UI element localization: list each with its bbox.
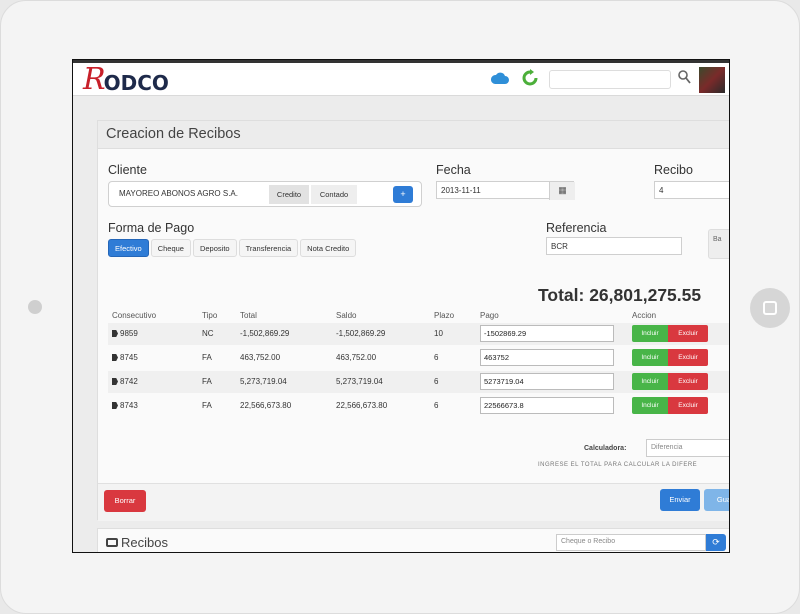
- avatar[interactable]: [699, 67, 725, 93]
- excluir-button[interactable]: Excluir: [668, 325, 708, 342]
- tab-deposito[interactable]: Deposito: [192, 239, 237, 257]
- banco-field-stub[interactable]: Ba: [708, 229, 729, 259]
- recibos-title-text: Recibos: [121, 535, 168, 550]
- referencia-input[interactable]: BCR: [546, 237, 682, 255]
- cliente-label: Cliente: [108, 163, 147, 177]
- contado-toggle[interactable]: Contado: [311, 185, 357, 204]
- enviar-button[interactable]: Enviar: [660, 489, 700, 511]
- app-screen: R ODCO Creacion de Recibos Cliente MAYORE…: [72, 59, 730, 553]
- table-row: 8742 FA 5,273,719.04 5,273,719.04 6 5273…: [108, 371, 729, 393]
- recibos-search-input[interactable]: Cheque o Recibo: [556, 534, 706, 551]
- fecha-label: Fecha: [436, 163, 471, 177]
- top-search-input[interactable]: [549, 70, 671, 89]
- inbox-icon: [106, 538, 118, 547]
- cliente-value: MAYOREO ABONOS AGRO S.A.: [119, 189, 238, 198]
- incluir-button[interactable]: Incluir: [632, 325, 668, 342]
- cell-tipo: NC: [202, 329, 214, 338]
- tag-icon: [112, 354, 118, 361]
- recibos-panel: Recibos Cheque o Recibo ⟳: [97, 528, 729, 552]
- excluir-button[interactable]: Excluir: [668, 397, 708, 414]
- cell-consecutivo: 8742: [120, 377, 138, 386]
- cell-saldo: 22,566,673.80: [336, 401, 388, 410]
- fecha-value: 2013-11-11: [441, 186, 481, 195]
- cell-total: -1,502,869.29: [240, 329, 290, 338]
- form-footer: Borrar Enviar Gua: [98, 483, 729, 521]
- total-amount: Total: 26,801,275.55: [538, 285, 702, 305]
- table-row: 8745 FA 463,752.00 463,752.00 6 463752 I…: [108, 347, 729, 369]
- table-row: 9859 NC -1,502,869.29 -1,502,869.29 10 -…: [108, 323, 729, 345]
- excluir-button[interactable]: Excluir: [668, 373, 708, 390]
- col-tipo: Tipo: [202, 311, 218, 320]
- cell-consecutivo: 8743: [120, 401, 138, 410]
- tab-transferencia[interactable]: Transferencia: [238, 239, 299, 257]
- cell-consecutivo: 9859: [120, 329, 138, 338]
- cell-total: 463,752.00: [240, 353, 281, 362]
- cell-tipo: FA: [202, 353, 212, 362]
- guardar-button[interactable]: Gua: [704, 489, 729, 511]
- recibos-title: Recibos: [106, 535, 168, 550]
- cell-consecutivo: 8745: [120, 353, 138, 362]
- cell-plazo: 10: [434, 329, 443, 338]
- incluir-button[interactable]: Incluir: [632, 397, 668, 414]
- calculadora-hint: INGRESE EL TOTAL PARA CALCULAR LA DIFERE: [538, 462, 698, 468]
- home-square-icon: [763, 301, 777, 315]
- cell-tipo: FA: [202, 377, 212, 386]
- search-icon[interactable]: [677, 69, 691, 85]
- tablet-frame: R ODCO Creacion de Recibos Cliente MAYORE…: [0, 0, 800, 614]
- referencia-label: Referencia: [546, 221, 607, 235]
- brand-logo[interactable]: R ODCO: [83, 62, 169, 97]
- logo-mark: R: [83, 62, 106, 97]
- col-consecutivo: Consecutivo: [112, 311, 157, 320]
- fecha-input[interactable]: 2013-11-11 ▦: [436, 181, 575, 200]
- refresh-button[interactable]: ⟳: [706, 534, 726, 551]
- cloud-icon[interactable]: [491, 71, 509, 85]
- cell-plazo: 6: [434, 377, 439, 386]
- cell-total: 5,273,719.04: [240, 377, 287, 386]
- col-accion: Accion: [632, 311, 657, 320]
- col-pago: Pago: [480, 311, 499, 320]
- top-navbar: R ODCO: [73, 60, 729, 97]
- calendar-icon[interactable]: ▦: [549, 182, 575, 200]
- tab-cheque[interactable]: Cheque: [150, 239, 191, 257]
- forma-pago-label: Forma de Pago: [108, 221, 195, 235]
- col-saldo: Saldo: [336, 311, 357, 320]
- calculadora-input[interactable]: Diferencia: [646, 439, 729, 457]
- excluir-button[interactable]: Excluir: [668, 349, 708, 366]
- table-row: 8743 FA 22,566,673.80 22,566,673.80 6 22…: [108, 395, 729, 417]
- borrar-button[interactable]: Borrar: [104, 490, 146, 512]
- tab-efectivo[interactable]: Efectivo: [108, 239, 149, 257]
- cell-tipo: FA: [202, 401, 212, 410]
- cliente-field[interactable]: MAYOREO ABONOS AGRO S.A. Credito Contado…: [108, 181, 422, 207]
- cell-saldo: 5,273,719.04: [336, 377, 383, 386]
- tag-icon: [112, 378, 118, 385]
- recibo-label: Recibo: [654, 163, 693, 177]
- logo-text: ODCO: [103, 71, 169, 95]
- pago-input[interactable]: 5273719.04: [480, 373, 614, 390]
- cell-saldo: -1,502,869.29: [336, 329, 386, 338]
- pago-input[interactable]: 463752: [480, 349, 614, 366]
- incluir-button[interactable]: Incluir: [632, 373, 668, 390]
- pago-input[interactable]: -1502869.29: [480, 325, 614, 342]
- incluir-button[interactable]: Incluir: [632, 349, 668, 366]
- recibo-form-panel: Creacion de Recibos Cliente MAYOREO ABON…: [97, 120, 729, 521]
- panel-title: Creacion de Recibos: [98, 121, 729, 149]
- payment-method-tabs: Efectivo Cheque Deposito Transferencia N…: [108, 239, 358, 257]
- cell-plazo: 6: [434, 353, 439, 362]
- tab-nota-credito[interactable]: Nota Credito: [300, 239, 357, 257]
- camera-dot: [28, 300, 42, 314]
- cell-saldo: 463,752.00: [336, 353, 377, 362]
- calculadora-label: Calculadora:: [584, 445, 627, 452]
- cell-plazo: 6: [434, 401, 439, 410]
- credito-toggle[interactable]: Credito: [269, 185, 309, 204]
- cell-total: 22,566,673.80: [240, 401, 292, 410]
- recibo-input[interactable]: 4: [654, 181, 729, 199]
- col-total: Total: [240, 311, 257, 320]
- home-button[interactable]: [750, 288, 790, 328]
- add-cliente-button[interactable]: +: [393, 186, 413, 203]
- tag-icon: [112, 330, 118, 337]
- pago-input[interactable]: 22566673.8: [480, 397, 614, 414]
- col-plazo: Plazo: [434, 311, 455, 320]
- sync-icon[interactable]: [521, 69, 539, 87]
- tag-icon: [112, 402, 118, 409]
